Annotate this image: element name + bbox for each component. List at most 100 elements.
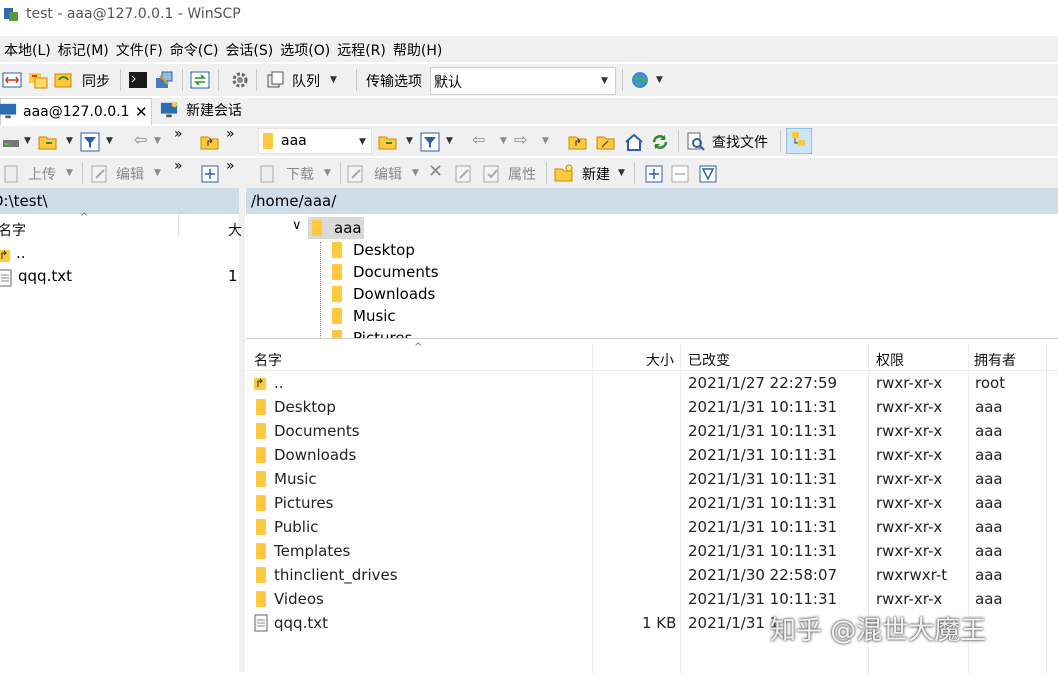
putty-icon[interactable]: [154, 70, 174, 90]
refresh-icon[interactable]: [650, 132, 670, 152]
table-row[interactable]: .. 2021/1/27 22:27:59 rwxr-xr-x root: [248, 371, 1058, 395]
filter-dropdown-icon[interactable]: ▼: [106, 136, 113, 146]
left-path-bar[interactable]: D:\test\: [0, 188, 239, 214]
menu-session[interactable]: 会话(S): [221, 36, 276, 60]
find-files-button[interactable]: 查找文件: [712, 132, 768, 152]
table-row[interactable]: Pictures 2021/1/31 10:11:31 rwxr-xr-x aa…: [248, 491, 1058, 515]
new-button[interactable]: 新建: [582, 164, 610, 184]
filter-icon[interactable]: [420, 132, 440, 152]
menu-help[interactable]: 帮助(H): [389, 36, 445, 60]
new-folder-icon[interactable]: [554, 164, 574, 184]
globe-dropdown-icon[interactable]: ▼: [656, 75, 663, 85]
queue-button[interactable]: 队列: [292, 71, 320, 91]
back-dropdown-icon[interactable]: ▼: [500, 136, 507, 146]
download-dropdown-icon[interactable]: ▼: [324, 168, 331, 178]
queue-icon[interactable]: [266, 70, 286, 90]
left-col-size[interactable]: 大: [228, 220, 242, 240]
collapse-chevron-icon[interactable]: ∨: [292, 218, 302, 233]
col-changed[interactable]: 已改变: [688, 350, 730, 370]
table-row[interactable]: Documents 2021/1/31 10:11:31 rwxr-xr-x a…: [248, 419, 1058, 443]
edit-button[interactable]: 编辑: [374, 164, 402, 184]
left-col-name[interactable]: 名字: [0, 220, 26, 240]
forward-icon[interactable]: ⇨: [514, 130, 527, 149]
more-icon[interactable]: »: [226, 126, 235, 142]
edit-dropdown-icon[interactable]: ▼: [154, 168, 161, 178]
download-icon[interactable]: [258, 164, 278, 184]
directory-tree[interactable]: ∨ aaa Desktop Documents Downloads Music …: [246, 214, 1058, 339]
menu-commands[interactable]: 命令(C): [166, 36, 222, 60]
filter-icon[interactable]: [80, 132, 100, 152]
open-dropdown-icon[interactable]: ▼: [66, 136, 73, 146]
select-filter-icon[interactable]: [698, 164, 718, 184]
list-item[interactable]: ..: [0, 244, 239, 266]
right-path-bar[interactable]: /home/aaa/: [246, 188, 1058, 214]
more-icon[interactable]: »: [226, 158, 235, 174]
gear-icon[interactable]: [230, 70, 250, 90]
table-row[interactable]: Desktop 2021/1/31 10:11:31 rwxr-xr-x aaa: [248, 395, 1058, 419]
more-icon[interactable]: »: [174, 126, 183, 142]
col-size[interactable]: 大小: [646, 350, 674, 370]
tab-new-session[interactable]: 新建会话: [158, 98, 254, 124]
table-row[interactable]: thinclient_drives 2021/1/30 22:58:07 rwx…: [248, 563, 1058, 587]
delete-icon[interactable]: ✕: [428, 161, 443, 182]
menu-local[interactable]: 本地(L): [0, 36, 54, 60]
parent-folder-icon[interactable]: [200, 132, 220, 152]
rename-icon[interactable]: [454, 164, 474, 184]
synchronize-button[interactable]: 同步: [82, 71, 110, 91]
table-row[interactable]: Templates 2021/1/31 10:11:31 rwxr-xr-x a…: [248, 539, 1058, 563]
new-dropdown-icon[interactable]: ▼: [618, 168, 625, 178]
parent-folder-icon[interactable]: [568, 132, 588, 152]
filter-dropdown-icon[interactable]: ▼: [446, 136, 453, 146]
select-plus-icon[interactable]: [644, 164, 664, 184]
table-row[interactable]: Public 2021/1/31 10:11:31 rwxr-xr-x aaa: [248, 515, 1058, 539]
find-files-icon[interactable]: [686, 132, 706, 152]
globe-icon[interactable]: [630, 70, 650, 90]
root-folder-icon[interactable]: [596, 132, 616, 152]
properties-icon[interactable]: [482, 164, 502, 184]
open-folder-icon[interactable]: [38, 132, 58, 152]
forward-dropdown-icon[interactable]: ▼: [542, 136, 549, 146]
home-icon[interactable]: [624, 132, 644, 152]
tab-session[interactable]: aaa@127.0.0.1 ✕: [0, 98, 152, 125]
drive-dropdown-icon[interactable]: ▼: [24, 136, 31, 146]
more-icon[interactable]: »: [174, 158, 183, 174]
properties-button[interactable]: 属性: [508, 164, 536, 184]
open-folder-icon[interactable]: [378, 132, 398, 152]
upload-dropdown-icon[interactable]: ▼: [66, 168, 73, 178]
menu-file[interactable]: 文件(F): [112, 36, 166, 60]
panel-splitter[interactable]: [239, 188, 245, 672]
back-icon[interactable]: ⇦: [472, 130, 485, 149]
back-dropdown-icon[interactable]: ▼: [154, 136, 161, 146]
close-tab-icon[interactable]: ✕: [135, 99, 148, 125]
col-rights[interactable]: 权限: [876, 350, 904, 370]
tree-view-icon[interactable]: [786, 128, 812, 154]
edit-icon[interactable]: [90, 164, 110, 184]
open-dropdown-icon[interactable]: ▼: [406, 136, 413, 146]
col-owner[interactable]: 拥有者: [974, 350, 1016, 370]
edit-icon[interactable]: [346, 164, 366, 184]
synchronize-icon[interactable]: [54, 70, 74, 90]
remote-directory-select[interactable]: aaa ▼: [258, 128, 372, 154]
transfer-icon[interactable]: [190, 70, 210, 90]
menu-remote[interactable]: 远程(R): [333, 36, 389, 60]
table-row[interactable]: Videos 2021/1/31 10:11:31 rwxr-xr-x aaa: [248, 587, 1058, 611]
edit-dropdown-icon[interactable]: ▼: [412, 168, 419, 178]
tree-node-selected[interactable]: aaa: [308, 217, 364, 239]
unselect-minus-icon[interactable]: [670, 164, 690, 184]
queue-dropdown-icon[interactable]: ▼: [330, 75, 337, 85]
menu-mark[interactable]: 标记(M): [54, 36, 112, 60]
drive-icon[interactable]: [2, 132, 22, 152]
select-plus-icon[interactable]: [200, 164, 220, 184]
list-item[interactable]: qqq.txt 1: [0, 267, 239, 289]
table-row[interactable]: Music 2021/1/31 10:11:31 rwxr-xr-x aaa: [248, 467, 1058, 491]
table-row[interactable]: Downloads 2021/1/31 10:11:31 rwxr-xr-x a…: [248, 443, 1058, 467]
left-file-list[interactable]: 名字 ^ 大 .. qqq.txt 1: [0, 212, 242, 672]
edit-button[interactable]: 编辑: [116, 164, 144, 184]
upload-button[interactable]: 上传: [28, 164, 56, 184]
download-button[interactable]: 下载: [286, 164, 314, 184]
synchronize-browsing-icon[interactable]: [28, 70, 48, 90]
menu-options[interactable]: 选项(O): [276, 36, 333, 60]
col-name[interactable]: 名字: [254, 350, 282, 370]
upload-icon[interactable]: [2, 164, 22, 184]
transfer-settings-select[interactable]: 默认 ▼: [430, 67, 616, 95]
